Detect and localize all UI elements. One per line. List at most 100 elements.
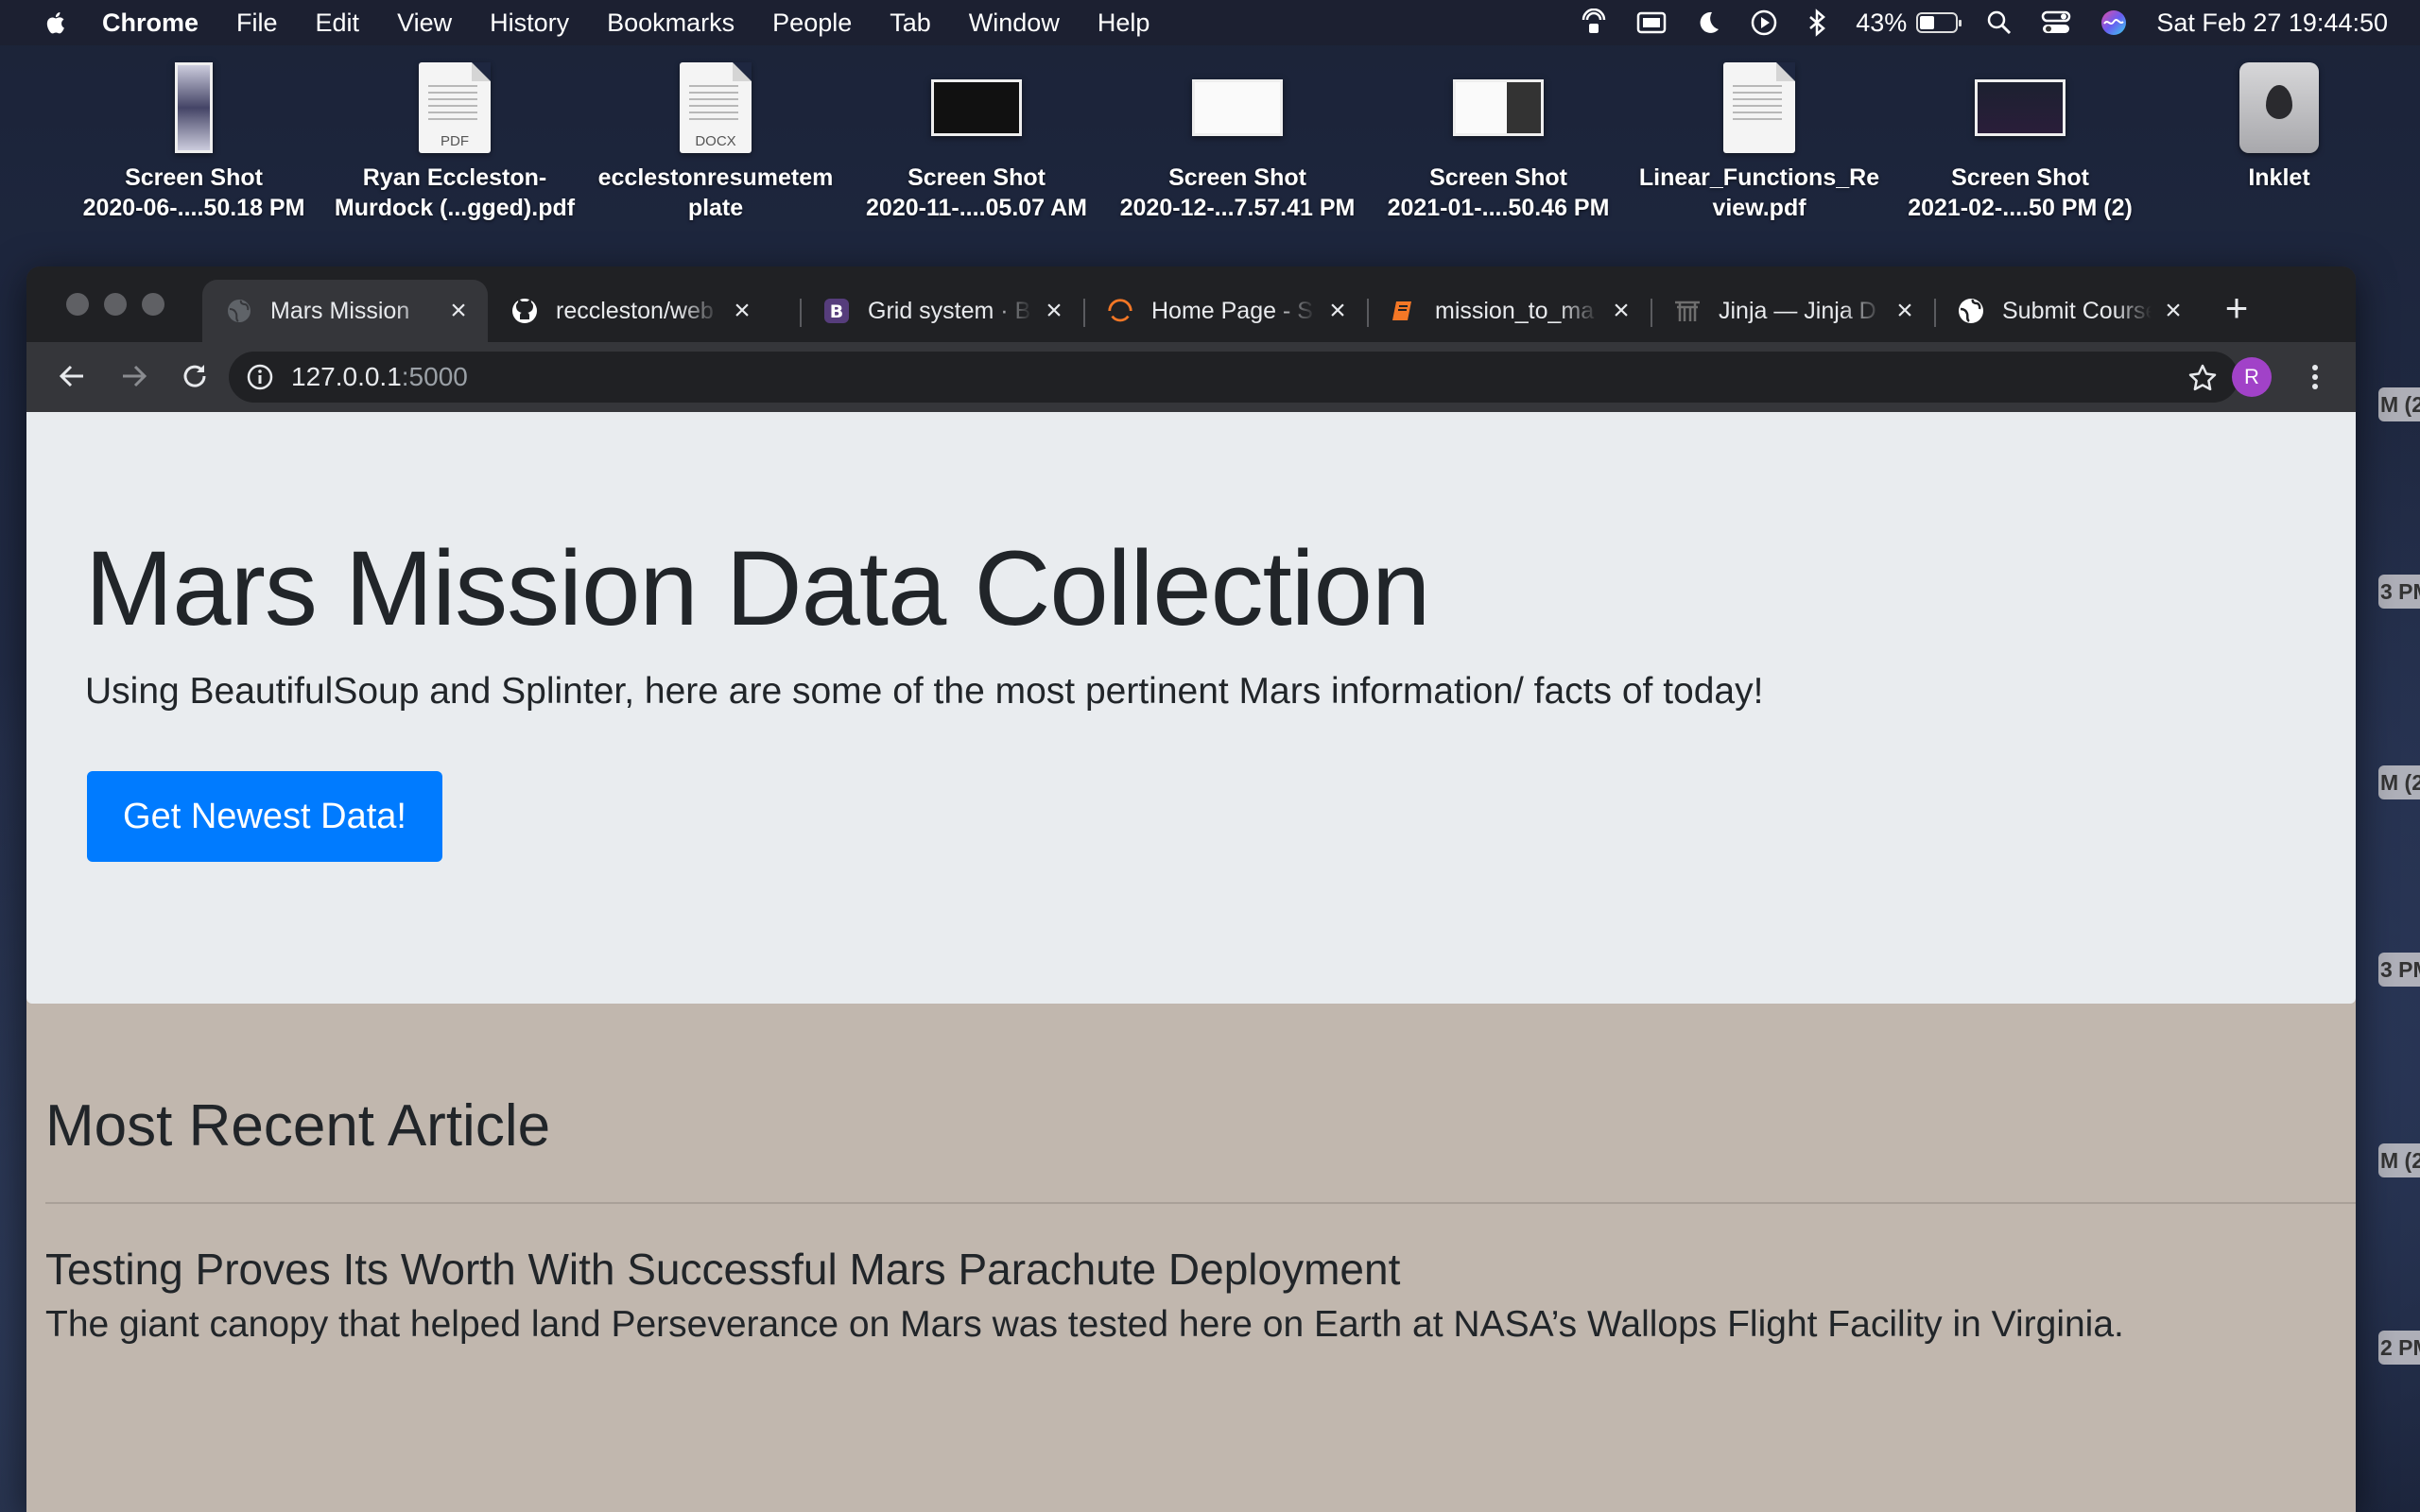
- airdrop-icon[interactable]: [1580, 9, 1608, 37]
- desktop-item-label: 2021-01-....50.46 PM: [1387, 195, 1610, 221]
- site-info-icon[interactable]: [246, 363, 274, 391]
- tab-title: Home Page - S: [1151, 297, 1313, 324]
- desktop-item-label: 2021-02-....50 PM (2): [1908, 195, 2133, 221]
- loading-icon: [1106, 297, 1134, 325]
- window-close-button[interactable]: [66, 293, 89, 316]
- desktop-item[interactable]: Screen Shot 2021-01-....50.46 PM: [1371, 59, 1626, 223]
- tab-github[interactable]: reccleston/web ×: [488, 280, 771, 342]
- article-teaser: The giant canopy that helped land Persev…: [45, 1304, 2124, 1345]
- battery-level-fill: [1920, 16, 1935, 29]
- tab-home-page[interactable]: Home Page - S ×: [1083, 280, 1367, 342]
- menu-bookmarks[interactable]: Bookmarks: [607, 9, 735, 38]
- menu-history[interactable]: History: [490, 9, 569, 38]
- back-arrow-icon[interactable]: [51, 355, 93, 397]
- jinja-icon: [1673, 297, 1702, 325]
- kebab-menu-icon[interactable]: [2295, 357, 2335, 397]
- desktop-item[interactable]: DOCX ecclestonresumetem plate: [588, 59, 843, 223]
- menu-edit[interactable]: Edit: [316, 9, 360, 38]
- bookmark-star-icon[interactable]: [2187, 363, 2218, 393]
- pdf-document-icon: PDF: [419, 62, 491, 153]
- menu-app-name[interactable]: Chrome: [102, 9, 199, 38]
- browser-window: Mars Mission × reccleston/web × B Grid s…: [26, 266, 2356, 1512]
- menu-file[interactable]: File: [236, 9, 278, 38]
- desktop-item-label: Linear_Functions_Re: [1638, 164, 1880, 191]
- menu-help[interactable]: Help: [1098, 9, 1150, 38]
- display-icon[interactable]: [1636, 10, 1667, 35]
- desktop-item[interactable]: Screen Shot 2020-12-...7.57.41 PM: [1110, 59, 1365, 223]
- desktop-item-label-partial[interactable]: 3 PM: [2378, 575, 2420, 609]
- tab-submit-course[interactable]: Submit Course ×: [1934, 280, 2203, 342]
- tab-close-icon[interactable]: ×: [1607, 295, 1635, 326]
- screenshot-thumbnail-icon: [1453, 79, 1544, 136]
- page-viewport: Mars Mission Data Collection Using Beaut…: [26, 412, 2356, 1512]
- play-icon[interactable]: [1750, 9, 1778, 37]
- menu-window[interactable]: Window: [969, 9, 1060, 38]
- section-title: Most Recent Article: [45, 1093, 551, 1159]
- address-bar[interactable]: 127.0.0.1:5000: [229, 352, 2238, 403]
- menu-people[interactable]: People: [772, 9, 852, 38]
- tab-close-icon[interactable]: ×: [444, 295, 473, 326]
- desktop-item-label: Screen Shot: [1168, 164, 1306, 191]
- globe-icon: [1957, 297, 1985, 325]
- desktop-item-label-partial[interactable]: M (2): [2378, 1143, 2420, 1177]
- tab-mission-to-mars[interactable]: mission_to_ma ×: [1367, 280, 1651, 342]
- tab-close-icon[interactable]: ×: [1323, 295, 1352, 326]
- docx-document-icon: DOCX: [680, 62, 752, 153]
- tab-jinja-docs[interactable]: Jinja — Jinja D ×: [1651, 280, 1934, 342]
- apple-icon[interactable]: [43, 10, 66, 35]
- battery-status[interactable]: 43%: [1856, 8, 1962, 38]
- tab-mars-mission[interactable]: Mars Mission ×: [202, 280, 488, 342]
- tab-bootstrap-grid[interactable]: B Grid system · B ×: [800, 280, 1083, 342]
- moon-icon[interactable]: [1695, 9, 1721, 36]
- forward-arrow-icon[interactable]: [113, 355, 155, 397]
- tab-title: Grid system · B: [868, 297, 1031, 324]
- control-center-icon[interactable]: [2041, 9, 2071, 36]
- new-tab-button[interactable]: +: [2216, 288, 2257, 331]
- tab-close-icon[interactable]: ×: [2159, 295, 2187, 326]
- screenshot-thumbnail-icon: [931, 79, 1022, 136]
- desktop-item-label: 2020-12-...7.57.41 PM: [1119, 195, 1356, 221]
- menu-view[interactable]: View: [397, 9, 452, 38]
- desktop-item[interactable]: Inklet: [2152, 59, 2407, 193]
- jumbotron: Mars Mission Data Collection Using Beaut…: [26, 412, 2356, 1004]
- desktop-item-label-partial[interactable]: M (2): [2378, 765, 2420, 799]
- desktop-item[interactable]: Screen Shot 2020-11-....05.07 AM: [849, 59, 1104, 223]
- profile-avatar[interactable]: R: [2232, 357, 2272, 397]
- desktop-item[interactable]: PDF Ryan Eccleston- Murdock (...gged).pdf: [327, 59, 582, 223]
- desktop-item-label: 2020-11-....05.07 AM: [866, 195, 1087, 221]
- clock[interactable]: Sat Feb 27 19:44:50: [2156, 9, 2388, 38]
- tab-close-icon[interactable]: ×: [1891, 295, 1919, 326]
- desktop-item-label: Screen Shot: [1951, 164, 2089, 191]
- tab-strip: Mars Mission × reccleston/web × B Grid s…: [26, 266, 2356, 342]
- tab-close-icon[interactable]: ×: [1040, 295, 1068, 326]
- desktop-item-label-partial[interactable]: 3 PM: [2378, 953, 2420, 987]
- desktop-item-label-partial[interactable]: 2 PM: [2378, 1331, 2420, 1365]
- desktop-item-label: Screen Shot: [125, 164, 263, 191]
- desktop-item-label: Ryan Eccleston-: [362, 164, 547, 191]
- battery-icon: [1916, 12, 1962, 33]
- window-minimize-button[interactable]: [104, 293, 127, 316]
- desktop-item-label: view.pdf: [1712, 195, 1806, 221]
- globe-icon: [225, 297, 253, 325]
- menu-tab[interactable]: Tab: [890, 9, 931, 38]
- battery-percent: 43%: [1856, 8, 1908, 37]
- browser-toolbar: 127.0.0.1:5000 R: [26, 342, 2356, 412]
- bluetooth-icon[interactable]: [1806, 9, 1827, 37]
- window-zoom-button[interactable]: [142, 293, 164, 316]
- desktop-item-label-partial[interactable]: M (2): [2378, 387, 2420, 421]
- url-port: :5000: [401, 362, 468, 391]
- desktop-item[interactable]: Screen Shot 2020-06-....50.18 PM: [66, 59, 321, 223]
- desktop-item-label: Inklet: [2248, 164, 2310, 191]
- tab-close-icon[interactable]: ×: [728, 295, 756, 326]
- reload-icon[interactable]: [174, 355, 216, 397]
- desktop-item[interactable]: Screen Shot 2021-02-....50 PM (2): [1893, 59, 2148, 223]
- desktop-item-label: Murdock (...gged).pdf: [334, 195, 576, 221]
- url-host: 127.0.0.1: [291, 362, 402, 391]
- get-newest-data-button[interactable]: Get Newest Data!: [87, 771, 442, 862]
- desktop-item[interactable]: Linear_Functions_Re view.pdf: [1632, 59, 1887, 223]
- siri-icon[interactable]: [2100, 9, 2128, 37]
- article-title: Testing Proves Its Worth With Successful…: [45, 1245, 1401, 1294]
- desktop-item-label: plate: [687, 195, 744, 221]
- spotlight-search-icon[interactable]: [1986, 9, 2013, 36]
- drive-icon: [2239, 62, 2319, 153]
